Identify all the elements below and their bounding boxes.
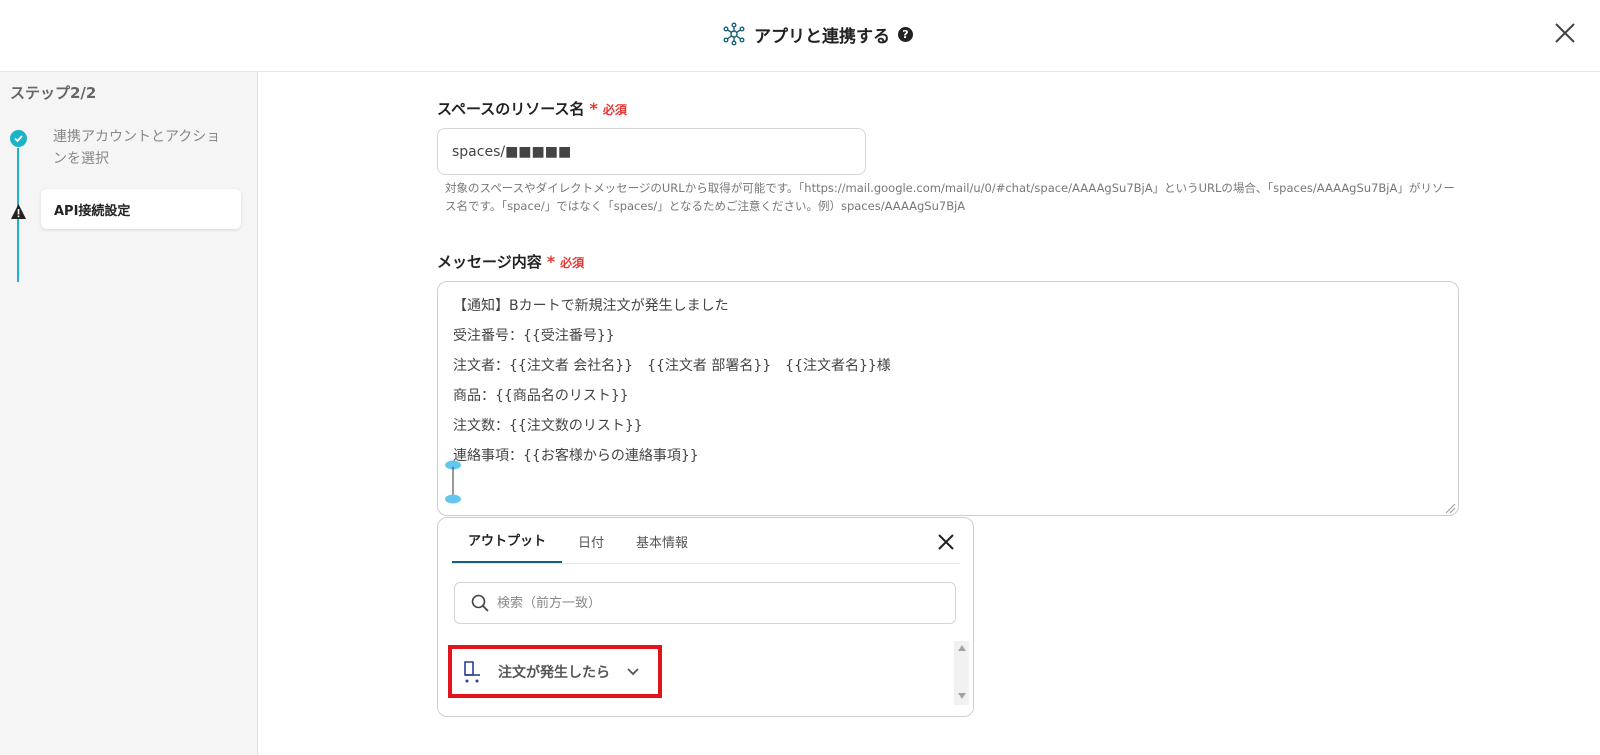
chevron-down-icon bbox=[627, 667, 639, 675]
modal-title-group: アプリと連携する ? bbox=[722, 20, 913, 48]
step-counter: ステップ2/2 bbox=[10, 84, 97, 102]
step-item-api-settings[interactable]: API接続設定 bbox=[41, 189, 241, 229]
step-sidebar: ステップ2/2 連携アカウントとアクションを選択 API接続設定 bbox=[0, 72, 258, 755]
popup-tabs: アウトプット 日付 基本情報 bbox=[452, 518, 704, 564]
step-item-label: API接続設定 bbox=[54, 204, 131, 219]
close-icon bbox=[938, 534, 954, 550]
list-scrollbar[interactable] bbox=[954, 641, 969, 705]
popup-close-button[interactable] bbox=[937, 533, 955, 551]
tab-date[interactable]: 日付 bbox=[562, 518, 620, 564]
message-line: 受注番号：{{受注番号}} bbox=[453, 328, 615, 344]
resource-field-label: スペースのリソース名 * 必須 bbox=[437, 98, 627, 119]
tab-basic-info[interactable]: 基本情報 bbox=[620, 518, 704, 564]
cart-icon bbox=[464, 660, 480, 682]
variable-picker-popup: アウトプット 日付 基本情報 注文が発生したら bbox=[437, 517, 974, 717]
message-line: 【通知】Bカートで新規注文が発生しました bbox=[453, 298, 729, 314]
help-icon[interactable]: ? bbox=[898, 26, 913, 42]
message-label-text: メッセージ内容 bbox=[437, 253, 542, 271]
step-item-select-action[interactable]: 連携アカウントとアクションを選択 bbox=[53, 126, 233, 170]
search-icon bbox=[471, 594, 489, 612]
warning-icon bbox=[11, 204, 26, 219]
resource-help-text: 対象のスペースやダイレクトメッセージのURLから取得が可能です。「https:/… bbox=[445, 181, 1455, 213]
resource-name-value: spaces/■■■■■ bbox=[452, 143, 572, 160]
message-line: 注文数：{{注文数のリスト}} bbox=[453, 418, 643, 434]
tab-divider bbox=[452, 563, 960, 564]
required-text: 必須 bbox=[602, 103, 627, 117]
resize-grip-icon[interactable] bbox=[1444, 502, 1456, 514]
tab-output[interactable]: アウトプット bbox=[452, 518, 563, 564]
check-icon bbox=[10, 130, 27, 147]
network-nodes-icon bbox=[723, 22, 745, 46]
message-field-label: メッセージ内容 * 必須 bbox=[437, 251, 584, 272]
modal-title: アプリと連携する bbox=[754, 26, 890, 47]
message-line: 商品：{{商品名のリスト}} bbox=[453, 388, 629, 404]
scroll-down-arrow[interactable] bbox=[958, 693, 966, 699]
trigger-label: 注文が発生したら bbox=[498, 664, 610, 681]
modal-header: アプリと連携する ? bbox=[0, 0, 1600, 72]
resource-name-input[interactable]: spaces/■■■■■ bbox=[437, 128, 866, 175]
search-input[interactable] bbox=[497, 595, 937, 611]
required-mark: * bbox=[589, 99, 598, 118]
close-icon bbox=[1555, 23, 1575, 43]
trigger-group-order-created[interactable]: 注文が発生したら bbox=[448, 645, 662, 698]
search-box[interactable] bbox=[454, 582, 956, 624]
required-mark: * bbox=[546, 252, 556, 271]
message-line: 連絡事項：{{お客様からの連絡事項}} bbox=[453, 448, 699, 464]
resource-label-text: スペースのリソース名 bbox=[437, 100, 585, 118]
close-button[interactable] bbox=[1552, 20, 1578, 46]
message-textarea[interactable]: 【通知】Bカートで新規注文が発生しました 受注番号：{{受注番号}} 注文者：{… bbox=[437, 281, 1459, 516]
message-line: 注文者：{{注文者 会社名}} {{注文者 部署名}} {{注文者名}}様 bbox=[453, 358, 891, 374]
required-text: 必須 bbox=[560, 256, 585, 270]
output-list: 注文が発生したら bbox=[438, 641, 973, 705]
scroll-up-arrow[interactable] bbox=[958, 645, 966, 651]
text-cursor-handle[interactable] bbox=[444, 459, 462, 504]
